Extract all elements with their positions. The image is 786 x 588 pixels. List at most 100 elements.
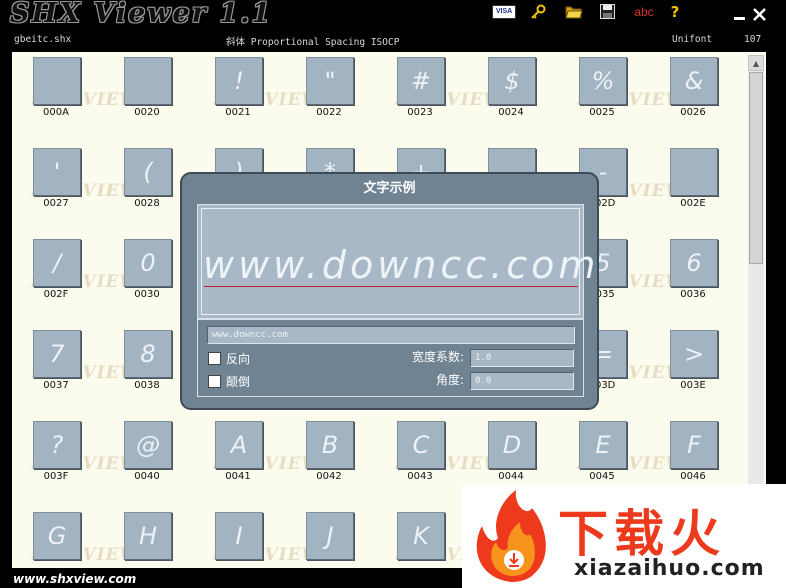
glyph-tile[interactable]: @ — [124, 421, 172, 469]
key-button[interactable] — [528, 3, 548, 20]
glyph-tile[interactable]: ? — [33, 421, 81, 469]
glyph-code: 0022 — [316, 107, 342, 118]
preview-baseline — [204, 286, 578, 287]
dialog-title: 文字示例 — [363, 181, 416, 196]
font-type: Unifont — [672, 34, 713, 45]
glyph-code: 0024 — [498, 107, 524, 118]
minimize-button[interactable] — [730, 6, 748, 23]
folder-open-icon — [565, 6, 583, 19]
font-info-bar: gbeitc.shx 斜体 Proportional Spacing ISOCP… — [0, 30, 786, 50]
glyph-code: 0046 — [680, 471, 706, 482]
glyph-tile[interactable]: / — [33, 239, 81, 287]
sample-text-input[interactable]: www.downcc.com — [207, 326, 575, 344]
glyph-tile[interactable] — [670, 148, 718, 196]
logo-pinyin-text: xiazaihuo.com — [574, 556, 765, 581]
scroll-thumb[interactable] — [749, 72, 763, 264]
glyph-tile[interactable]: A — [215, 421, 263, 469]
glyph-code: 0025 — [589, 107, 615, 118]
glyph-tile[interactable]: 7 — [33, 330, 81, 378]
glyph-code: 0036 — [680, 289, 706, 300]
glyph-code: 0027 — [43, 198, 69, 209]
reverse-checkbox-box[interactable] — [208, 352, 221, 365]
app-window: SHX Viewer 1.1 VISA abc ? gbeitc.shx 斜体 … — [0, 0, 786, 588]
glyph-code: 0038 — [134, 380, 160, 391]
visa-icon: VISA — [492, 4, 516, 19]
reverse-label: 反向 — [226, 352, 251, 366]
glyph-code: 0023 — [407, 107, 433, 118]
glyph-code: 0040 — [134, 471, 160, 482]
glyph-code: 0030 — [134, 289, 160, 300]
save-icon — [599, 4, 615, 19]
angle-input[interactable]: 0.0 — [470, 372, 574, 390]
glyph-code: 0041 — [225, 471, 251, 482]
glyph-tile[interactable]: J — [306, 512, 354, 560]
glyph-tile[interactable]: & — [670, 57, 718, 105]
close-button[interactable] — [749, 6, 769, 23]
text-preview-area: www.downcc.com — [197, 204, 600, 319]
angle-label: 角度: — [435, 373, 464, 387]
glyph-code: 003E — [680, 380, 706, 391]
glyph-tile[interactable]: D — [488, 421, 536, 469]
flip-checkbox[interactable]: 颠倒 — [208, 373, 250, 390]
help-button[interactable]: ? — [667, 2, 683, 21]
glyph-tile[interactable]: $ — [488, 57, 536, 105]
reverse-checkbox[interactable]: 反向 — [208, 350, 250, 367]
xiazaihuo-logo: 下载火 xiazaihuo.com — [462, 484, 786, 588]
glyph-code: 0037 — [43, 380, 69, 391]
glyph-code: 0020 — [134, 107, 160, 118]
close-icon — [752, 8, 766, 21]
glyph-tile[interactable]: F — [670, 421, 718, 469]
glyph-tile[interactable]: I — [215, 512, 263, 560]
glyph-count: 107 — [744, 34, 762, 45]
abc-icon: abc — [634, 4, 654, 19]
glyph-tile[interactable]: > — [670, 330, 718, 378]
key-icon — [531, 4, 546, 19]
minimize-icon — [733, 17, 745, 20]
glyph-code: 002E — [680, 198, 706, 209]
glyph-tile[interactable] — [124, 57, 172, 105]
sample-text-button[interactable]: abc — [630, 3, 658, 20]
glyph-tile[interactable]: # — [397, 57, 445, 105]
save-button[interactable] — [597, 3, 617, 20]
text-sample-dialog: 文字示例 www.downcc.com www.downcc.com 反向 颠倒… — [180, 172, 599, 410]
glyph-tile[interactable]: K — [397, 512, 445, 560]
glyph-code: 002F — [43, 289, 69, 300]
flip-label: 颠倒 — [226, 375, 251, 389]
glyph-tile[interactable]: C — [397, 421, 445, 469]
flip-checkbox-box[interactable] — [208, 375, 221, 388]
glyph-tile[interactable]: " — [306, 57, 354, 105]
glyph-tile[interactable]: 8 — [124, 330, 172, 378]
help-icon: ? — [670, 2, 680, 21]
glyph-tile[interactable]: E — [579, 421, 627, 469]
glyph-code: 0021 — [225, 107, 251, 118]
glyph-tile[interactable]: B — [306, 421, 354, 469]
width-factor-input[interactable]: 1.0 — [470, 349, 574, 367]
footer-url: www.shxview.com — [13, 572, 137, 586]
glyph-code: 003F — [43, 471, 69, 482]
glyph-tile[interactable]: ( — [124, 148, 172, 196]
font-description: 斜体 Proportional Spacing ISOCP — [226, 37, 400, 48]
glyph-tile[interactable] — [33, 57, 81, 105]
flame-logo-icon — [476, 490, 546, 582]
glyph-tile[interactable]: % — [579, 57, 627, 105]
glyph-code: 0045 — [589, 471, 615, 482]
font-file-name: gbeitc.shx — [14, 34, 72, 45]
glyph-tile[interactable]: ' — [33, 148, 81, 196]
glyph-code: 0028 — [134, 198, 160, 209]
glyph-tile[interactable]: H — [124, 512, 172, 560]
glyph-code: 0042 — [316, 471, 342, 482]
glyph-tile[interactable]: 6 — [670, 239, 718, 287]
visa-button[interactable]: VISA — [491, 3, 517, 20]
glyph-tile[interactable]: ! — [215, 57, 263, 105]
glyph-code: 0044 — [498, 471, 524, 482]
sample-preview-text: www.downcc.com — [203, 243, 600, 287]
glyph-tile[interactable]: G — [33, 512, 81, 560]
glyph-code: 0043 — [407, 471, 433, 482]
glyph-code: 000A — [43, 107, 69, 118]
glyph-tile[interactable]: 0 — [124, 239, 172, 287]
width-factor-label: 宽度系数: — [411, 350, 464, 364]
open-folder-button[interactable] — [563, 3, 585, 20]
glyph-code: 0026 — [680, 107, 706, 118]
scroll-up-icon[interactable]: ▲ — [748, 55, 764, 71]
app-title: SHX Viewer 1.1 — [10, 0, 273, 29]
